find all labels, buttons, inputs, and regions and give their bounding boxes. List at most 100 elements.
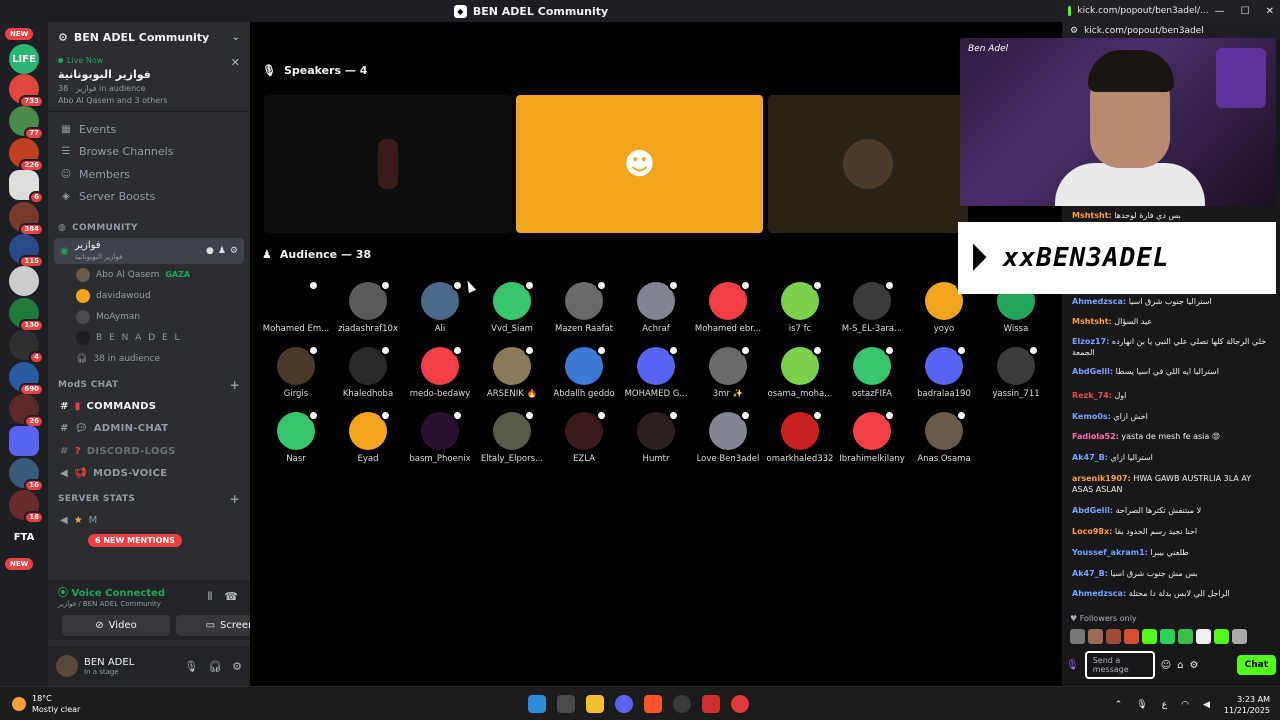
audience-member[interactable]: 3mr ✨ bbox=[692, 345, 764, 399]
audience-member[interactable]: M-S_EL-3ara... bbox=[836, 280, 908, 334]
chat-username[interactable]: Rezk_74: bbox=[1072, 391, 1112, 400]
channel-mods-voice[interactable]: ◀ 📢︎ MODS-VOICE bbox=[48, 463, 250, 486]
app-icon[interactable] bbox=[731, 695, 749, 713]
chat-message[interactable]: Ak47_B: بس مش جنوب شرق اسيا bbox=[1072, 568, 1272, 579]
microphone-icon[interactable]: 🎙︎ bbox=[184, 660, 198, 673]
audience-member[interactable]: is7 fc bbox=[764, 280, 836, 334]
file-explorer-icon[interactable] bbox=[586, 695, 604, 713]
maximize-icon[interactable]: ☐ bbox=[1241, 6, 1250, 17]
chat-username[interactable]: Mshtsht: bbox=[1072, 317, 1112, 326]
audience-member[interactable]: basm_Phoenix bbox=[404, 410, 476, 464]
gear-icon[interactable]: ⚙ bbox=[1190, 660, 1199, 671]
audience-member[interactable]: omarkhaled332 bbox=[764, 410, 836, 464]
stage-user[interactable]: MoAyman bbox=[48, 306, 250, 327]
language-indicator[interactable]: ع bbox=[1162, 700, 1167, 710]
audience-member[interactable]: Khaledhoba bbox=[332, 345, 404, 399]
start-icon[interactable] bbox=[528, 695, 546, 713]
speaker-tile[interactable] bbox=[768, 95, 968, 233]
audience-member[interactable]: Abdallh geddo bbox=[548, 345, 620, 399]
audience-member[interactable]: Ali bbox=[404, 280, 476, 334]
user-info[interactable]: BEN ADEL In a stage bbox=[84, 657, 134, 676]
audience-member[interactable]: ARSENIK 🔥 bbox=[476, 345, 548, 399]
microphone-icon[interactable]: 🎙︎ bbox=[1066, 660, 1079, 671]
chat-message[interactable]: Ahmedzsca: استراليا جنوب شرق اسيا bbox=[1072, 296, 1272, 307]
add-channel-icon[interactable]: + bbox=[230, 492, 240, 506]
live-stage-card[interactable]: Live Now فوازير البوبونانية فوازير · 38 … bbox=[48, 52, 250, 112]
emote[interactable] bbox=[1214, 629, 1229, 644]
stage-user[interactable]: Abo Al Qasem GAZA bbox=[48, 264, 250, 285]
chat-username[interactable]: Ak47_B: bbox=[1072, 569, 1108, 578]
chat-message[interactable]: Loco98x: احنا نجيد رسم الحدود بقا bbox=[1072, 526, 1272, 537]
audience-member[interactable]: ostazFIFA bbox=[836, 345, 908, 399]
avatar[interactable] bbox=[56, 655, 78, 677]
audience-member[interactable]: medo-bedawy bbox=[404, 345, 476, 399]
chat-message[interactable]: Kemo0s: اخش ازاي bbox=[1072, 411, 1272, 422]
clock[interactable]: 3:23 AM 11/21/2025 bbox=[1224, 694, 1270, 716]
chat-username[interactable]: Youssef_akram1: bbox=[1072, 548, 1148, 557]
emote[interactable] bbox=[1178, 629, 1193, 644]
chat-message[interactable]: Youssef_akram1: طلعني بيبرا bbox=[1072, 547, 1272, 558]
emote[interactable] bbox=[1124, 629, 1139, 644]
server-icon-fta[interactable]: FTA bbox=[9, 522, 39, 552]
invite-icon[interactable]: ♟ bbox=[218, 246, 226, 256]
server-icon-life[interactable]: LIFE bbox=[9, 44, 39, 74]
server-icon[interactable]: 18 bbox=[9, 490, 44, 524]
task-view-icon[interactable] bbox=[557, 695, 575, 713]
audience-member[interactable]: Humtr bbox=[620, 410, 692, 464]
server-icon[interactable]: 115 bbox=[9, 234, 44, 268]
chat-icon[interactable]: ● bbox=[206, 246, 214, 256]
audience-member[interactable]: Ibrahimelkilany bbox=[836, 410, 908, 464]
server-icon-active[interactable]: 6 bbox=[9, 170, 44, 204]
server-icon[interactable]: 733 bbox=[9, 74, 44, 108]
folder-icon[interactable] bbox=[9, 426, 39, 456]
audience-member[interactable]: Vvd_Siam bbox=[476, 280, 548, 334]
chat-message[interactable]: Mshtsht: عيد السؤال bbox=[1072, 316, 1272, 327]
server-icon[interactable]: 690 bbox=[9, 362, 44, 396]
server-icon[interactable]: 226 bbox=[9, 138, 44, 172]
stage-user[interactable]: davidawoud bbox=[48, 285, 250, 306]
category-community[interactable]: ◍ COMMUNITY bbox=[48, 218, 250, 238]
chat-message[interactable]: arsenik1907: HWA GAWB AUSTRLIA 3LA AY AS… bbox=[1072, 473, 1272, 495]
server-icon[interactable]: 384 bbox=[9, 202, 44, 236]
audience-member[interactable]: EZLA bbox=[548, 410, 620, 464]
audience-member[interactable]: yassin_711 bbox=[980, 345, 1052, 399]
minimize-icon[interactable]: — bbox=[1215, 6, 1225, 17]
stats-channel[interactable]: ◀ ★ M bbox=[48, 509, 250, 532]
chat-username[interactable]: Ahmedzsca: bbox=[1072, 297, 1126, 306]
nav-events[interactable]: ▦ Events bbox=[48, 118, 250, 141]
channel-admin-chat[interactable]: # 💬︎ ADMIN-CHAT bbox=[48, 418, 250, 441]
speaker-tile[interactable]: ☻ bbox=[516, 95, 763, 233]
audience-member[interactable]: osama_moha... bbox=[764, 345, 836, 399]
brave-browser-icon[interactable] bbox=[644, 695, 662, 713]
add-channel-icon[interactable]: + bbox=[230, 378, 240, 392]
category-server-stats[interactable]: SERVER STATS + bbox=[48, 489, 250, 509]
audience-member[interactable]: Girgis bbox=[260, 345, 332, 399]
emote[interactable] bbox=[1088, 629, 1103, 644]
audience-member[interactable]: Anas Osama bbox=[908, 410, 980, 464]
chat-message[interactable]: Fadiola52: yasta de mesh fe asia 😡 bbox=[1072, 431, 1272, 442]
chat-username[interactable]: arsenik1907: bbox=[1072, 474, 1131, 483]
volume-icon[interactable]: ◀︎ bbox=[1203, 700, 1210, 710]
audience-member[interactable]: Mazen Raafat bbox=[548, 280, 620, 334]
discord-app-icon[interactable] bbox=[615, 695, 633, 713]
emote[interactable] bbox=[1142, 629, 1157, 644]
chat-message[interactable]: Mshtsht: بس دي فارة لوحدها bbox=[1072, 210, 1272, 221]
emote[interactable] bbox=[1070, 629, 1085, 644]
audience-member[interactable]: Eyad bbox=[332, 410, 404, 464]
chat-username[interactable]: Loco98x: bbox=[1072, 527, 1112, 536]
chat-message[interactable]: Elzoz17: خلي الرجالة كلها تصلي علي النبي… bbox=[1072, 336, 1272, 358]
stage-channel[interactable]: ◉ فوازير فوازير البوبونانية ● ♟ ⚙ bbox=[54, 238, 244, 264]
emote[interactable] bbox=[1232, 629, 1247, 644]
wifi-icon[interactable]: ◠ bbox=[1181, 700, 1189, 710]
chat-send-button[interactable]: Chat bbox=[1236, 655, 1276, 675]
settings-icon[interactable]: ⚙ bbox=[230, 246, 238, 256]
audience-member[interactable]: Love Ben3adel bbox=[692, 410, 764, 464]
chat-username[interactable]: Kemo0s: bbox=[1072, 412, 1111, 421]
speaker-tile[interactable] bbox=[264, 95, 512, 233]
emote[interactable] bbox=[1196, 629, 1211, 644]
new-mentions-pill[interactable]: 6 NEW MENTIONS bbox=[88, 534, 182, 547]
close-icon[interactable]: ✕ bbox=[231, 56, 240, 69]
nav-members[interactable]: ☺ Members bbox=[48, 163, 250, 186]
headphones-icon[interactable]: 🎧︎ bbox=[208, 660, 222, 673]
chat-message[interactable]: Ahmedzsca: الراجل الي لابس بدلة دا محتلة bbox=[1072, 588, 1272, 599]
